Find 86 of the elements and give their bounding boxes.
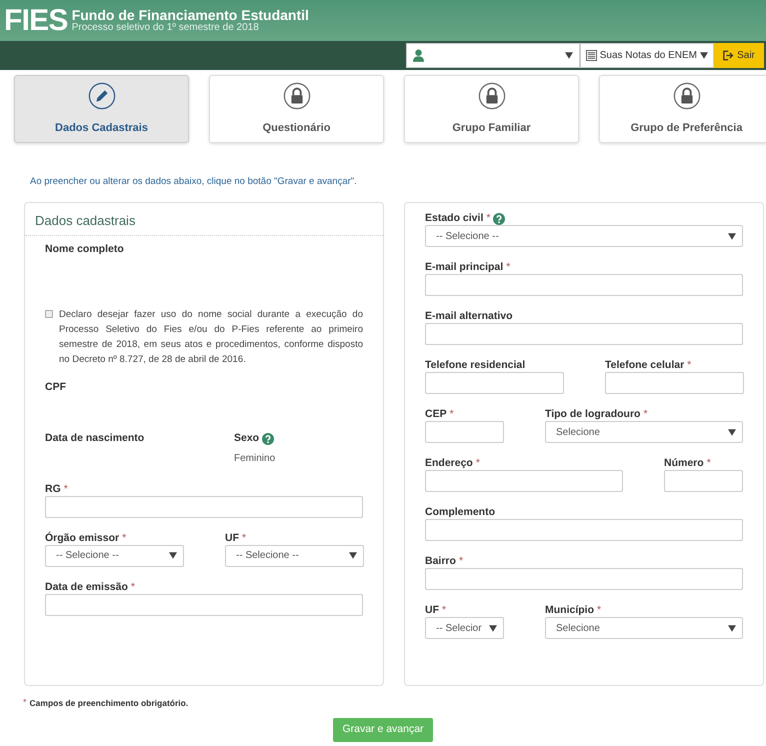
required-mark: * xyxy=(597,603,602,618)
required-mark: * xyxy=(643,407,648,422)
field-label: Telefone residencial xyxy=(425,358,526,374)
required-mark: * xyxy=(450,407,454,422)
lock-icon xyxy=(478,82,506,110)
field-label: RG xyxy=(45,482,61,497)
required-mark: * xyxy=(130,580,135,595)
lock-icon xyxy=(672,82,700,110)
field-label: CPF xyxy=(45,380,66,395)
field-label: UF xyxy=(225,530,239,546)
field-label: Bairro xyxy=(425,554,456,570)
field-value: Feminino xyxy=(234,452,276,464)
field-label: UF xyxy=(425,603,439,618)
field-label: CEP xyxy=(425,407,447,422)
help-icon[interactable] xyxy=(262,432,274,445)
caret-icon xyxy=(700,52,708,59)
lock-icon xyxy=(282,82,310,110)
field-label: Endereço xyxy=(425,456,473,472)
consent-text: Declaro desejar fazer uso do nome social durante a execução do Processo Seletivo do Fies e/ou do P-Fies referente ao primeiro semestre de 2018, em seus atos e procedimentos, conforme disposto no Decreto nº 8.727, de 28 de abril de 2016. xyxy=(59,308,363,367)
required-mark: * xyxy=(442,603,446,618)
input-field[interactable] xyxy=(605,372,744,394)
required-mark: * xyxy=(486,211,490,226)
input-field[interactable] xyxy=(664,470,743,492)
select-field[interactable]: -- Selecione -- xyxy=(425,225,743,248)
input-field[interactable] xyxy=(425,568,743,590)
step-tab[interactable]: Grupo de Preferência xyxy=(599,75,766,143)
field-label: Telefone celular xyxy=(605,358,684,374)
input-field[interactable] xyxy=(45,496,363,518)
input-field[interactable] xyxy=(425,519,743,542)
site-title: Fundo de Financiamento Estudantil xyxy=(72,8,309,22)
document-icon xyxy=(586,50,597,61)
select-field[interactable]: Selecione xyxy=(545,421,743,444)
checkbox[interactable] xyxy=(45,310,53,318)
required-mark: * xyxy=(242,530,246,546)
field-label: Tipo de logradouro xyxy=(545,407,640,422)
field-label: Nome completo xyxy=(45,242,124,257)
required-mark: * xyxy=(476,456,480,472)
pencil-icon xyxy=(88,82,116,110)
field-label: Órgão emissor xyxy=(45,530,120,546)
input-field[interactable] xyxy=(425,372,564,394)
select-field[interactable]: -- Selecione -- xyxy=(225,544,364,567)
input-field[interactable] xyxy=(425,470,623,492)
step-tab[interactable]: Grupo Familiar xyxy=(404,75,579,143)
notes-menu[interactable]: Suas Notas do ENEM xyxy=(580,43,714,68)
required-mark: * xyxy=(23,696,27,710)
caret-icon xyxy=(728,232,736,240)
select-field[interactable]: -- Selecior xyxy=(425,617,504,640)
field-label: Data de emissão xyxy=(45,580,128,595)
required-mark: * xyxy=(122,530,126,546)
required-mark: * xyxy=(506,260,510,276)
step-tab[interactable]: Questionário xyxy=(209,75,384,143)
required-mark: * xyxy=(706,456,711,472)
field-label: E-mail alternativo xyxy=(425,309,513,324)
select-field[interactable]: -- Selecione -- xyxy=(45,544,184,567)
logo: FIES xyxy=(4,6,68,36)
field-label: Data de nascimento xyxy=(45,430,144,446)
site-subtitle: Processo seletivo do 1º semestre de 2018 xyxy=(72,23,260,33)
required-mark: * xyxy=(458,554,464,570)
caret-icon xyxy=(728,624,736,632)
required-note: Campos de preenchimento obrigatório. xyxy=(30,696,188,710)
input-field[interactable] xyxy=(425,323,743,346)
caret-icon xyxy=(349,552,357,560)
required-mark: * xyxy=(687,358,692,374)
step-tab[interactable]: Dados Cadastrais xyxy=(14,75,189,143)
field-label: E-mail principal xyxy=(425,260,504,276)
help-icon[interactable] xyxy=(493,213,506,226)
input-field[interactable] xyxy=(425,274,743,296)
caret-icon xyxy=(169,552,177,560)
user-dropdown[interactable] xyxy=(406,43,580,68)
caret-icon xyxy=(564,52,573,59)
select-field[interactable]: Selecione xyxy=(545,617,743,640)
field-label: Número xyxy=(664,456,704,472)
required-mark: * xyxy=(64,482,68,497)
field-label: Município xyxy=(545,603,594,618)
exit-icon xyxy=(723,50,736,61)
input-field[interactable] xyxy=(45,594,363,616)
panel-title: Dados cadastrais xyxy=(25,203,383,236)
logout-button[interactable]: Sair xyxy=(714,43,764,68)
field-label: Estado civil xyxy=(425,211,484,226)
input-field[interactable] xyxy=(425,421,504,444)
field-label: Complemento xyxy=(425,505,496,520)
caret-icon xyxy=(489,624,497,632)
caret-icon xyxy=(728,428,736,436)
info-text: Ao preencher ou alterar os dados abaixo, clique no botão "Gravar e avançar". xyxy=(29,175,358,189)
user-icon xyxy=(412,49,424,62)
field-label: Sexo xyxy=(234,430,260,446)
